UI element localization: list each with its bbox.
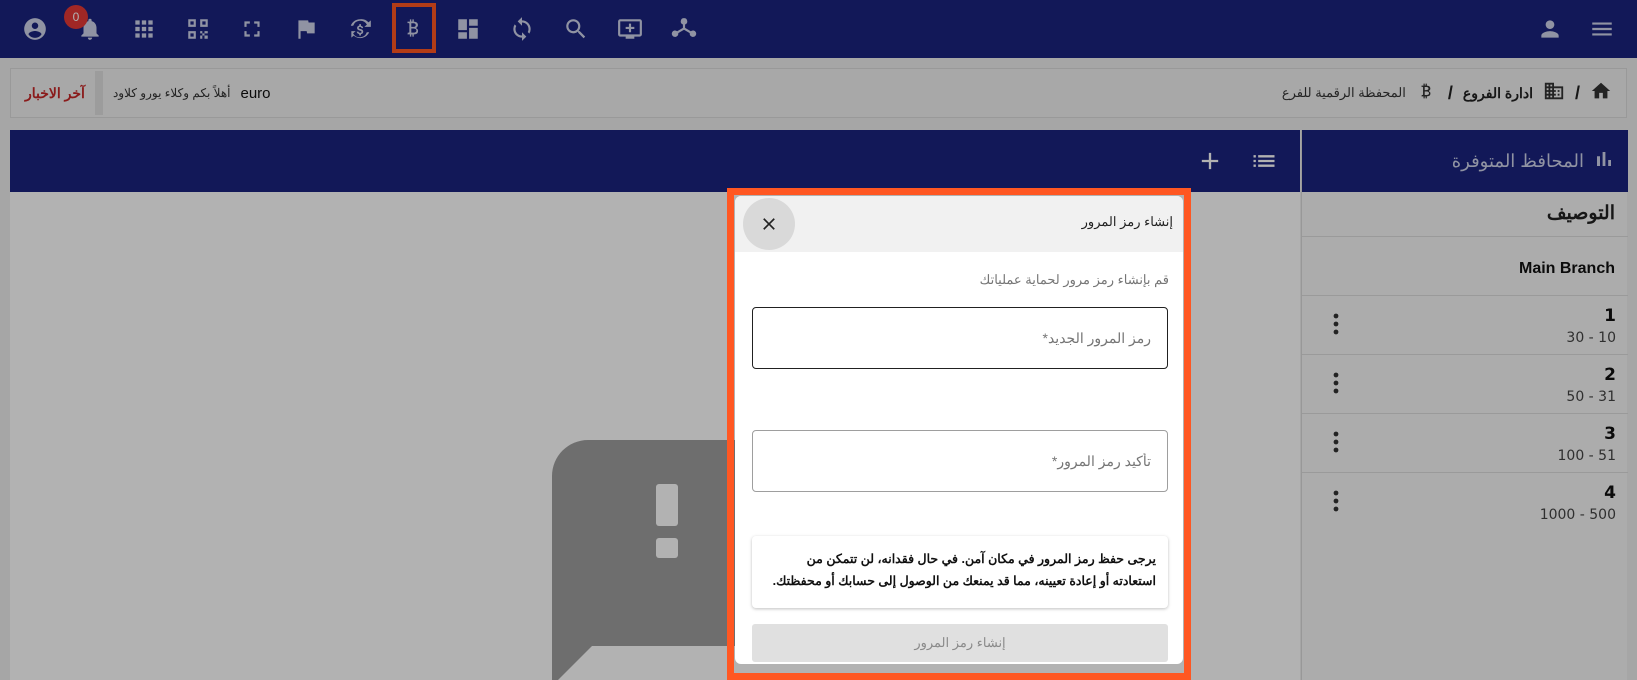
create-passcode-dialog: إنشاء رمز المرور قم بإنشاء رمز مرور لحما… — [735, 196, 1183, 664]
create-passcode-button[interactable]: إنشاء رمز المرور — [752, 624, 1168, 662]
dialog-header: إنشاء رمز المرور — [735, 196, 1183, 252]
passcode-warning-notice: يرجى حفظ رمز المرور في مكان آمن. في حال … — [752, 536, 1168, 608]
dialog-title: إنشاء رمز المرور — [1081, 214, 1173, 229]
close-icon — [763, 218, 775, 230]
dialog-description: قم بإنشاء رمز مرور لحماية عملياتك — [979, 272, 1169, 287]
new-password-field[interactable] — [752, 307, 1168, 369]
close-button[interactable] — [743, 198, 795, 250]
confirm-password-field[interactable] — [752, 430, 1168, 492]
